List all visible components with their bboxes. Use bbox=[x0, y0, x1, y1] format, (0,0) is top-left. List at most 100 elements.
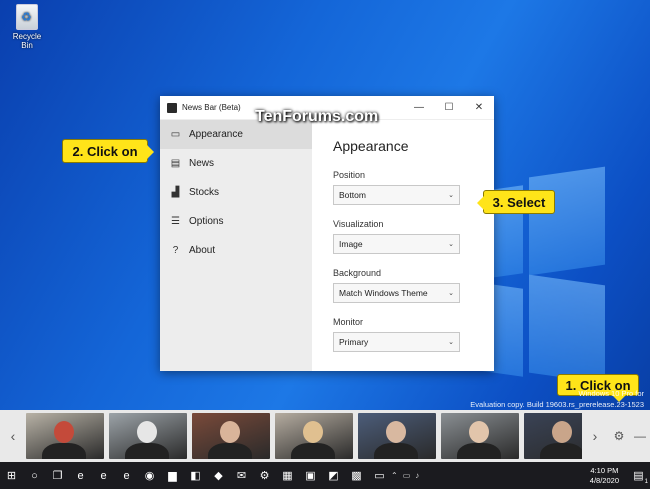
thumbnail-body bbox=[374, 443, 418, 459]
app-icon-2[interactable]: ▦ bbox=[278, 466, 297, 485]
clock[interactable]: 4:10 PM 4/8/2020 bbox=[582, 466, 627, 486]
settings-nav: ▭ Appearance ▤ News ▟ Stocks ☰ Options ?… bbox=[160, 120, 312, 371]
info-icon: ? bbox=[172, 245, 179, 256]
minimize-button[interactable]: — bbox=[404, 102, 434, 113]
nav-item-label: Appearance bbox=[189, 129, 243, 140]
sliders-icon: ☰ bbox=[171, 216, 180, 227]
news-bar-app-icon bbox=[167, 102, 177, 113]
nav-item-news[interactable]: ▤ News bbox=[160, 149, 312, 178]
thumbnail-body bbox=[125, 443, 169, 459]
edge-dev-icon[interactable]: e bbox=[117, 466, 136, 485]
edge-beta-icon[interactable]: e bbox=[94, 466, 113, 485]
app-icon-3[interactable]: ▣ bbox=[301, 466, 320, 485]
network-icon[interactable]: ▭ bbox=[403, 471, 411, 480]
news-thumbnail[interactable] bbox=[109, 413, 187, 459]
recycle-bin[interactable]: Recycle Bin bbox=[6, 4, 48, 50]
monitor-label: Monitor bbox=[333, 317, 364, 327]
thumbnail-body bbox=[208, 443, 252, 459]
nav-item-options[interactable]: ☰ Options bbox=[160, 207, 312, 236]
evaluation-watermark: Windows 10 Pro for Evaluation copy. Buil… bbox=[470, 388, 644, 410]
task-view-icon[interactable]: ❐ bbox=[48, 466, 67, 485]
monitor-value: Primary bbox=[339, 337, 369, 347]
thumbnail-body bbox=[42, 443, 86, 459]
thumbnail-body bbox=[540, 443, 582, 459]
callout-step-2: 2. Click on bbox=[62, 139, 154, 163]
eval-line-2-tail: 3-1523 bbox=[620, 400, 644, 409]
next-arrow-icon[interactable]: › bbox=[582, 428, 608, 444]
previous-arrow-icon[interactable]: ‹ bbox=[0, 428, 26, 444]
recycle-bin-label: Recycle Bin bbox=[12, 32, 42, 50]
nav-item-label: Stocks bbox=[189, 187, 220, 198]
monitor-dropdown[interactable]: Primary ⌄ bbox=[333, 332, 460, 352]
thumbnail-figure bbox=[469, 421, 489, 443]
windows-start-icon[interactable]: ⊞ bbox=[2, 466, 21, 485]
maximize-button[interactable]: ☐ bbox=[434, 102, 464, 113]
search-icon[interactable]: ○ bbox=[25, 466, 44, 485]
app-icon[interactable]: ◆ bbox=[209, 466, 228, 485]
thumbnail-figure bbox=[220, 421, 240, 443]
background-label: Background bbox=[333, 268, 382, 278]
news-thumbnail[interactable] bbox=[441, 413, 519, 459]
news-bar-icon[interactable]: ▭ bbox=[370, 466, 389, 485]
volume-icon[interactable]: ♪ bbox=[415, 471, 419, 480]
nav-item-label: Options bbox=[189, 216, 224, 227]
news-thumbnail[interactable] bbox=[192, 413, 270, 459]
thumbnail-body bbox=[291, 443, 335, 459]
chevron-down-icon: ⌄ bbox=[448, 241, 454, 248]
thumbnail-figure bbox=[303, 421, 323, 443]
edge-icon[interactable]: e bbox=[71, 466, 90, 485]
chevron-up-icon[interactable]: ⌃ bbox=[391, 471, 398, 480]
file-explorer-icon[interactable]: ▆ bbox=[163, 466, 182, 485]
background-value: Match Windows Theme bbox=[339, 288, 428, 298]
eval-line-2: Evaluation copy. Build 19603.rs_prerelea… bbox=[470, 400, 621, 409]
thumbnail-figure bbox=[54, 421, 74, 443]
app-icon-4[interactable]: ◩ bbox=[324, 466, 343, 485]
news-thumbnail[interactable] bbox=[275, 413, 353, 459]
chart-icon: ▟ bbox=[171, 187, 180, 198]
recycle-bin-icon bbox=[16, 4, 38, 30]
system-tray: ⌃ ▭ ♪ bbox=[391, 471, 419, 480]
chevron-down-icon: ⌄ bbox=[448, 290, 454, 297]
nav-item-stocks[interactable]: ▟ Stocks bbox=[160, 178, 312, 207]
store-icon[interactable]: ◧ bbox=[186, 466, 205, 485]
appearance-panel: Appearance Position Bottom ⌄ Visualizati… bbox=[312, 120, 494, 371]
eval-line-1: Windows 10 Pro for bbox=[578, 389, 644, 398]
thumbnail-figure bbox=[386, 421, 406, 443]
position-dropdown[interactable]: Bottom ⌄ bbox=[333, 185, 460, 205]
close-button[interactable]: ✕ bbox=[464, 102, 494, 113]
clock-date: 4/8/2020 bbox=[589, 475, 619, 485]
news-thumbnails bbox=[26, 413, 582, 459]
mail-icon[interactable]: ✉ bbox=[232, 466, 251, 485]
page-title: Appearance bbox=[333, 138, 409, 154]
news-bar: ‹ › ⚙ — bbox=[0, 410, 650, 462]
chevron-down-icon: ⌄ bbox=[448, 192, 454, 199]
thumbnail-figure bbox=[137, 421, 157, 443]
notification-count: 1 bbox=[644, 479, 648, 485]
background-dropdown[interactable]: Match Windows Theme ⌄ bbox=[333, 283, 460, 303]
news-thumbnail[interactable] bbox=[524, 413, 582, 459]
newsbar-minimize-button[interactable]: — bbox=[630, 429, 650, 443]
visualization-dropdown[interactable]: Image ⌄ bbox=[333, 234, 460, 254]
clock-time: 4:10 PM bbox=[590, 465, 619, 475]
thumbnail-figure bbox=[552, 421, 572, 443]
gear-icon[interactable]: ⚙ bbox=[608, 429, 630, 443]
news-bar-settings-window: News Bar (Beta) — ☐ ✕ ▭ Appearance ▤ New… bbox=[160, 96, 494, 371]
nav-item-label: News bbox=[189, 158, 215, 169]
callout-step-3: 3. Select bbox=[477, 190, 555, 214]
news-thumbnail[interactable] bbox=[26, 413, 104, 459]
visualization-value: Image bbox=[339, 239, 363, 249]
nav-item-label: About bbox=[189, 245, 216, 256]
news-thumbnail[interactable] bbox=[358, 413, 436, 459]
nav-item-about[interactable]: ? About bbox=[160, 236, 312, 265]
chevron-down-icon: ⌄ bbox=[448, 339, 454, 346]
notification-icon[interactable]: ▤ 1 bbox=[629, 466, 648, 485]
taskbar-icons: ⊞ ○ ❐ e e e ◉ ▆ ◧ ◆ ✉ ⚙ ▦ ▣ ◩ ▩ ▭ bbox=[0, 466, 391, 485]
settings-icon[interactable]: ⚙ bbox=[255, 466, 274, 485]
visualization-label: Visualization bbox=[333, 219, 384, 229]
taskbar: ⊞ ○ ❐ e e e ◉ ▆ ◧ ◆ ✉ ⚙ ▦ ▣ ◩ ▩ ▭ ⌃ ▭ ♪ 4:10 PM 4/8/2020… bbox=[0, 462, 650, 489]
chrome-icon[interactable]: ◉ bbox=[140, 466, 159, 485]
newspaper-icon: ▤ bbox=[170, 158, 181, 169]
watermark: TenForums.com bbox=[255, 108, 379, 125]
position-value: Bottom bbox=[339, 190, 366, 200]
app-icon-5[interactable]: ▩ bbox=[347, 466, 366, 485]
